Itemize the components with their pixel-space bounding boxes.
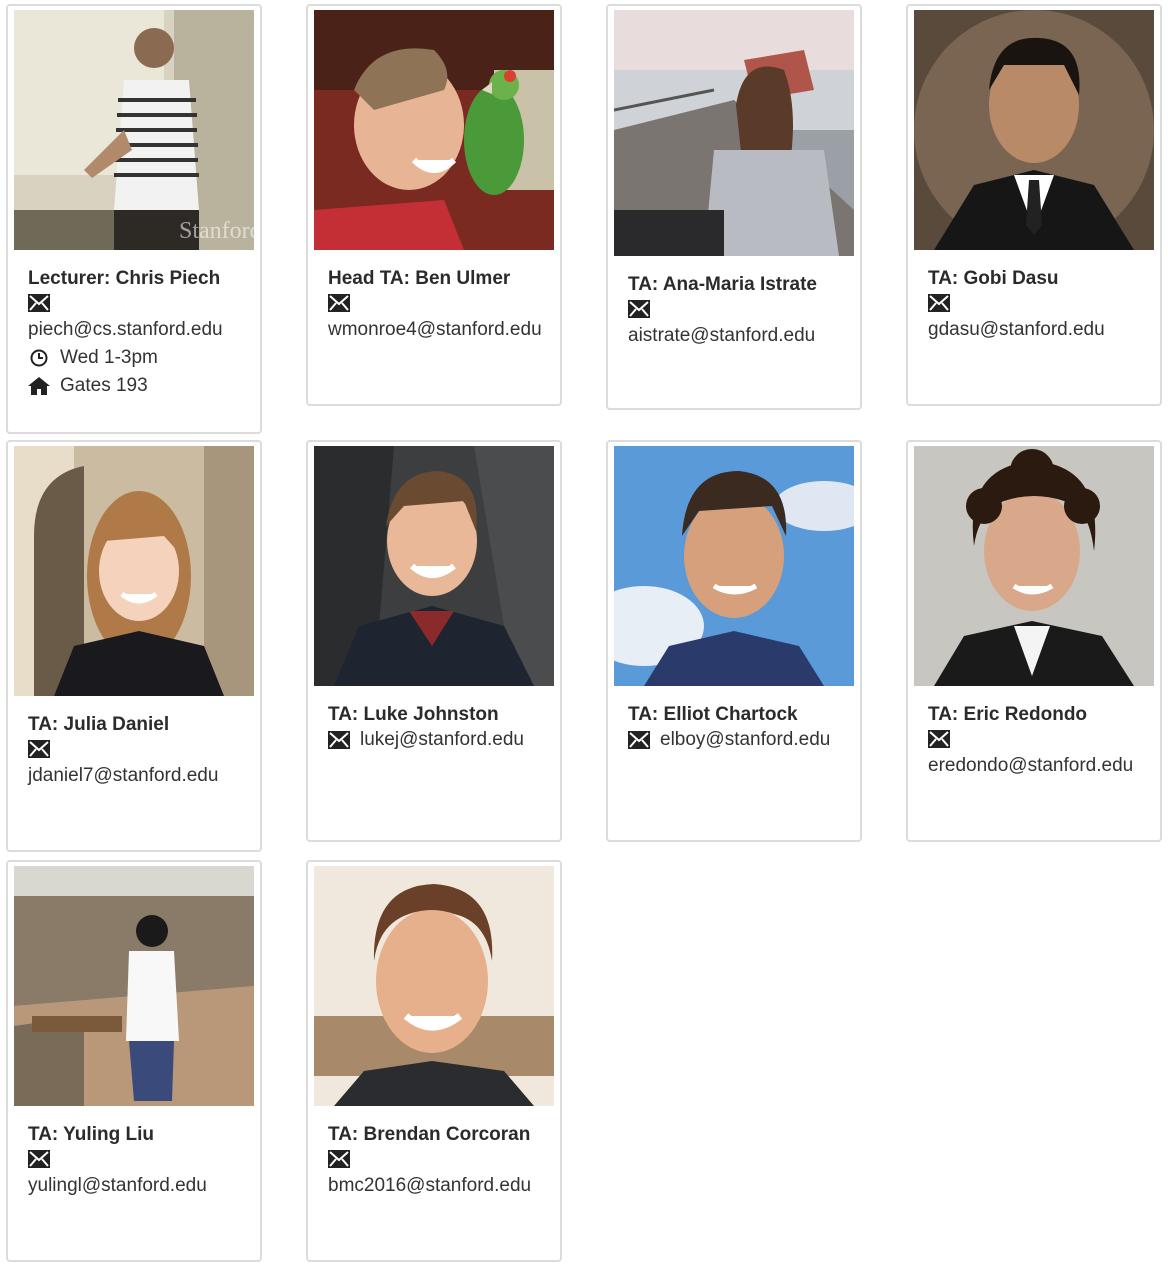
envelope-icon [328, 294, 350, 312]
email-row [928, 290, 1154, 316]
staff-photo [314, 866, 554, 1106]
envelope-icon [28, 1150, 50, 1168]
staff-title: TA: Eric Redondo [928, 704, 1088, 725]
staff-card-yuling-liu: TA: Yuling Liu yulingl@stanford.edu [6, 860, 262, 1262]
staff-card-eric-redondo: TA: Eric Redondo eredondo@stanford.edu [906, 440, 1162, 842]
staff-photo [914, 446, 1154, 686]
staff-photo [14, 866, 254, 1106]
email-link[interactable]: yulingl@stanford.edu [28, 1175, 207, 1196]
staff-title: Lecturer: Chris Piech [28, 268, 221, 289]
clock-icon [28, 349, 50, 367]
envelope-icon [328, 1150, 350, 1168]
envelope-icon [328, 731, 350, 749]
envelope-icon [928, 730, 950, 748]
staff-title: TA: Ana-Maria Istrate [628, 274, 817, 295]
staff-title: TA: Luke Johnston [328, 704, 499, 725]
office-location-row: Gates 193 [28, 372, 254, 400]
office-hours-row: Wed 1-3pm [28, 344, 254, 372]
envelope-icon [628, 300, 650, 318]
staff-photo [914, 10, 1154, 250]
email-link[interactable]: aistrate@stanford.edu [628, 325, 815, 346]
email-row: elboy@stanford.edu [628, 726, 854, 754]
email-row [928, 726, 1154, 752]
staff-title: TA: Julia Daniel [28, 714, 170, 735]
staff-photo [314, 10, 554, 250]
envelope-icon [928, 294, 950, 312]
home-icon [28, 377, 50, 395]
staff-photo: Stanford [14, 10, 254, 250]
email-link[interactable]: bmc2016@stanford.edu [328, 1175, 531, 1196]
staff-card-elliot-chartock: TA: Elliot Chartock elboy@stanford.edu [606, 440, 862, 842]
staff-card-gobi-dasu: TA: Gobi Dasu gdasu@stanford.edu [906, 4, 1162, 406]
staff-title: TA: Elliot Chartock [628, 704, 798, 725]
email-link[interactable]: wmonroe4@stanford.edu [328, 319, 542, 340]
envelope-icon [28, 294, 50, 312]
staff-card-luke-johnston: TA: Luke Johnston lukej@stanford.edu [306, 440, 562, 842]
photo-watermark: Stanford [179, 218, 254, 244]
email-link[interactable]: piech@cs.stanford.edu [28, 319, 223, 340]
email-row [28, 290, 254, 316]
staff-photo [614, 10, 854, 256]
email-row [28, 736, 254, 762]
staff-title: TA: Yuling Liu [28, 1124, 154, 1145]
email-link[interactable]: jdaniel7@stanford.edu [28, 765, 218, 786]
email-row [628, 296, 854, 322]
office-location: Gates 193 [60, 375, 148, 396]
staff-card-brendan-corcoran: TA: Brendan Corcoran bmc2016@stanford.ed… [306, 860, 562, 1262]
email-link[interactable]: gdasu@stanford.edu [928, 319, 1105, 340]
staff-card-chris-piech: Stanford Lecturer: Chris Piech piech@cs.… [6, 4, 262, 434]
office-hours: Wed 1-3pm [60, 347, 158, 368]
email-link[interactable]: lukej@stanford.edu [360, 729, 524, 750]
email-link[interactable]: eredondo@stanford.edu [928, 755, 1133, 776]
staff-card-ana-maria-istrate: TA: Ana-Maria Istrate aistrate@stanford.… [606, 4, 862, 410]
staff-title: TA: Gobi Dasu [928, 268, 1059, 289]
email-row [328, 290, 554, 316]
staff-photo [14, 446, 254, 696]
email-row: lukej@stanford.edu [328, 726, 554, 754]
staff-card-julia-daniel: TA: Julia Daniel jdaniel7@stanford.edu [6, 440, 262, 852]
envelope-icon [28, 740, 50, 758]
staff-title: Head TA: Ben Ulmer [328, 268, 511, 289]
staff-photo [614, 446, 854, 686]
staff-photo [314, 446, 554, 686]
envelope-icon [628, 731, 650, 749]
staff-title: TA: Brendan Corcoran [328, 1124, 531, 1145]
email-link[interactable]: elboy@stanford.edu [660, 729, 830, 750]
staff-card-ben-ulmer: Head TA: Ben Ulmer wmonroe4@stanford.edu [306, 4, 562, 406]
email-row [328, 1146, 554, 1172]
email-row [28, 1146, 254, 1172]
